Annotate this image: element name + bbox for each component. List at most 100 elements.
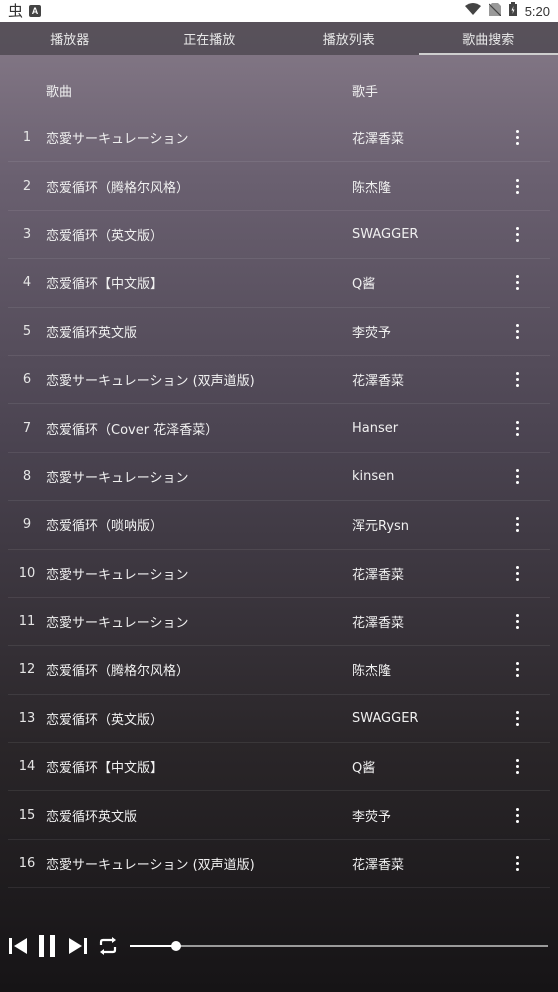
clock: 5:20 — [524, 3, 550, 19]
row-number: 7 — [22, 420, 32, 436]
artist-name: 花澤香菜 — [352, 567, 405, 583]
more-options-icon[interactable] — [502, 323, 532, 339]
artist-name: 花澤香菜 — [352, 616, 405, 632]
more-options-icon[interactable] — [502, 710, 532, 726]
row-number: 16 — [18, 856, 36, 872]
skip-next-icon[interactable] — [68, 936, 88, 956]
artist-name: 花澤香菜 — [352, 374, 405, 390]
more-options-icon[interactable] — [502, 275, 532, 291]
artist-name: Q酱 — [352, 277, 376, 293]
row-number: 15 — [18, 807, 36, 823]
artist-name: SWAGGER — [352, 226, 419, 242]
row-number: 14 — [18, 759, 36, 775]
tab-playlist[interactable]: 播放列表 — [279, 22, 419, 55]
song-row[interactable]: 9 恋爱循环（唢呐版） 浑元Rysn — [8, 501, 550, 550]
artist-name: kinsen — [352, 468, 395, 484]
song-row[interactable]: 14 恋爱循环【中文版】 Q酱 — [8, 743, 550, 792]
song-row[interactable]: 1 恋愛サーキュレーション 花澤香菜 — [8, 114, 550, 163]
song-title: 恋愛サーキュレーション — [46, 567, 189, 583]
song-row[interactable]: 13 恋爱循环（英文版） SWAGGER — [8, 695, 550, 744]
artist-name: Hanser — [352, 420, 399, 436]
song-title: 恋爱循环英文版 — [46, 809, 138, 825]
more-options-icon[interactable] — [502, 614, 532, 630]
row-number: 11 — [18, 614, 36, 630]
song-title: 恋愛サーキュレーション — [46, 470, 189, 486]
more-options-icon[interactable] — [502, 662, 532, 678]
more-options-icon[interactable] — [502, 807, 532, 823]
artist-name: 李荧予 — [352, 809, 392, 825]
song-row[interactable]: 5 恋爱循环英文版 李荧予 — [8, 308, 550, 356]
song-row[interactable]: 7 恋爱循环（Cover 花泽香菜） Hanser — [8, 404, 550, 453]
seek-thumb[interactable] — [170, 941, 181, 951]
song-row[interactable]: 8 恋愛サーキュレーション kinsen — [8, 453, 550, 502]
artist-name: Q酱 — [352, 761, 376, 777]
header-artist: 歌手 — [352, 84, 379, 100]
song-title: 恋爱循环（Cover 花泽香菜） — [46, 422, 219, 438]
no-sim-icon — [488, 2, 502, 20]
song-row[interactable]: 3 恋爱循环（英文版） SWAGGER — [8, 211, 550, 260]
row-number: 9 — [22, 517, 32, 533]
more-options-icon[interactable] — [502, 178, 532, 194]
more-options-icon[interactable] — [502, 468, 532, 484]
song-title: 恋愛サーキュレーション (双声道版) — [46, 858, 255, 874]
seek-bar[interactable] — [130, 941, 548, 951]
row-number: 3 — [22, 226, 32, 242]
song-title: 恋愛サーキュレーション — [46, 616, 189, 632]
song-title: 恋愛サーキュレーション (双声道版) — [46, 374, 255, 390]
song-title: 恋爱循环（腾格尔风格） — [46, 180, 190, 196]
song-title: 恋爱循环（腾格尔风格） — [46, 664, 190, 680]
row-number: 10 — [18, 565, 36, 581]
pause-icon[interactable] — [38, 934, 56, 958]
song-title: 恋爱循环【中文版】 — [46, 277, 164, 293]
artist-name: SWAGGER — [352, 710, 419, 726]
song-row[interactable]: 15 恋爱循环英文版 李荧予 — [8, 791, 550, 840]
seek-progress — [130, 945, 176, 947]
a-badge-icon: A — [29, 5, 42, 17]
more-options-icon[interactable] — [502, 372, 532, 388]
skip-previous-icon[interactable] — [8, 936, 28, 956]
row-number: 5 — [22, 323, 32, 339]
tab-player[interactable]: 播放器 — [0, 22, 140, 55]
row-number: 13 — [18, 710, 36, 726]
repeat-icon[interactable] — [97, 936, 119, 956]
more-options-icon[interactable] — [502, 420, 532, 436]
row-number: 1 — [22, 130, 32, 146]
more-options-icon[interactable] — [502, 130, 532, 146]
tab-bar: 播放器 正在播放 播放列表 歌曲搜索 — [0, 22, 558, 55]
more-options-icon[interactable] — [502, 517, 532, 533]
song-row[interactable]: 4 恋爱循环【中文版】 Q酱 — [8, 259, 550, 308]
more-options-icon[interactable] — [502, 226, 532, 242]
song-list: 歌曲 歌手 1 恋愛サーキュレーション 花澤香菜 2 恋爱循环（腾格尔风格） 陈杰隆 3 恋爱… — [0, 66, 558, 889]
tab-now-playing[interactable]: 正在播放 — [140, 22, 280, 55]
song-title: 恋爱循环（英文版） — [46, 712, 164, 728]
battery-icon — [508, 2, 517, 20]
more-options-icon[interactable] — [502, 759, 532, 775]
row-number: 4 — [22, 275, 32, 291]
tab-song-search[interactable]: 歌曲搜索 — [418, 22, 558, 55]
status-bar: 虫 A 5:20 — [0, 0, 558, 22]
song-row[interactable]: 2 恋爱循环（腾格尔风格） 陈杰隆 — [8, 162, 550, 211]
song-title: 恋爱循环英文版 — [46, 325, 138, 341]
more-options-icon[interactable] — [502, 856, 532, 872]
row-number: 6 — [22, 372, 32, 388]
artist-name: 浑元Rysn — [352, 519, 410, 535]
song-title: 恋爱循环（唢呐版） — [46, 519, 164, 535]
artist-name: 陈杰隆 — [352, 664, 392, 680]
app-notification-icon: 虫 — [8, 2, 24, 20]
row-number: 8 — [22, 468, 32, 484]
song-row[interactable]: 16 恋愛サーキュレーション (双声道版) 花澤香菜 — [8, 840, 550, 889]
song-row[interactable]: 10 恋愛サーキュレーション 花澤香菜 — [8, 550, 550, 598]
song-title: 恋愛サーキュレーション — [46, 132, 189, 148]
header-song: 歌曲 — [46, 84, 73, 100]
row-number: 2 — [22, 178, 32, 194]
song-title: 恋爱循环（英文版） — [46, 228, 164, 244]
artist-name: 花澤香菜 — [352, 132, 405, 148]
row-number: 12 — [18, 662, 36, 678]
artist-name: 李荧予 — [352, 325, 392, 341]
more-options-icon[interactable] — [502, 565, 532, 581]
song-row[interactable]: 12 恋爱循环（腾格尔风格） 陈杰隆 — [8, 646, 550, 695]
song-row[interactable]: 6 恋愛サーキュレーション (双声道版) 花澤香菜 — [8, 356, 550, 405]
song-title: 恋爱循环【中文版】 — [46, 761, 164, 777]
wifi-icon — [464, 3, 481, 19]
song-row[interactable]: 11 恋愛サーキュレーション 花澤香菜 — [8, 598, 550, 647]
